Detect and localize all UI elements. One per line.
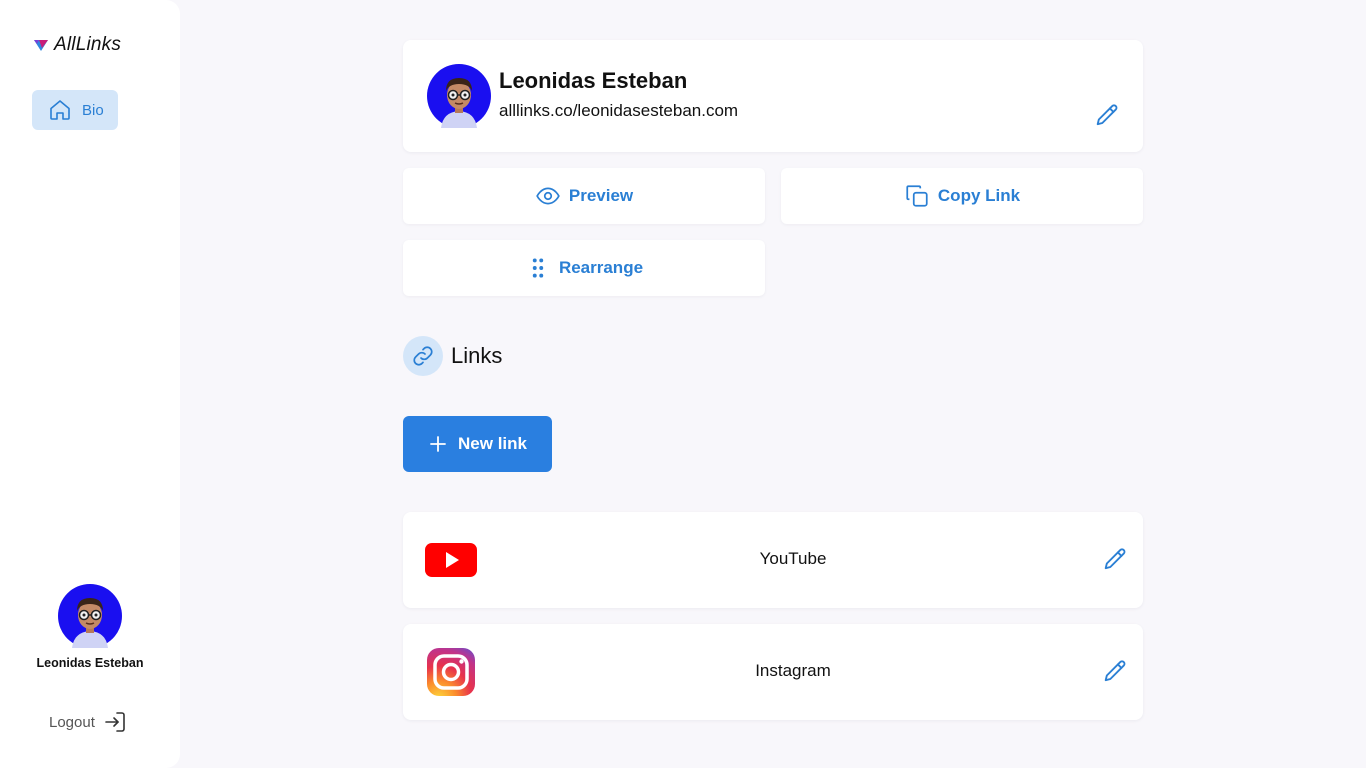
sidebar-item-label: Bio [82,101,104,119]
profile-url: alllinks.co/leonidasesteban.com [499,101,739,120]
copy-icon [906,185,928,207]
rearrange-button[interactable]: Rearrange [403,240,765,296]
links-title: Links [451,343,503,368]
app-name: AllLinks [54,34,122,55]
profile-name: Leonidas Esteban [499,68,688,93]
logout-label: Logout [49,713,95,731]
plus-icon [430,436,446,452]
edit-link-button[interactable] [1101,546,1129,574]
link-label: YouTube [759,549,827,568]
logout-icon [105,712,125,732]
profile-card: Leonidas Esteban alllinks.co/leonidasest… [403,40,1143,152]
links-section-header: Links [403,336,502,376]
pencil-icon [1096,104,1118,126]
pencil-icon [1104,548,1126,570]
list-item[interactable]: YouTube [403,512,1143,608]
new-link-label: New link [458,434,527,453]
copy-link-button[interactable]: Copy Link [781,168,1143,224]
rearrange-label: Rearrange [558,258,644,277]
eye-icon [536,187,560,205]
brand[interactable]: AllLinks [33,34,121,56]
drag-handle-icon [532,258,544,278]
link-label: Instagram [755,661,831,680]
pencil-icon [1104,660,1126,682]
copy-link-label: Copy Link [937,186,1021,205]
preview-label: Preview [568,186,634,205]
preview-button[interactable]: Preview [403,168,765,224]
link-icon [403,336,443,376]
sidebar-user-name: Leonidas Esteban [36,656,144,670]
list-item[interactable]: Instagram [403,624,1143,720]
sidebar-item-bio[interactable]: Bio [32,90,118,130]
sidebar: AllLinks Bio Leonidas Esteban Logout [0,0,180,768]
avatar[interactable] [58,584,122,648]
avatar [427,64,491,128]
home-icon [50,100,70,120]
edit-link-button[interactable] [1101,658,1129,686]
logout-button[interactable]: Logout [49,710,127,734]
edit-profile-button[interactable] [1093,102,1121,130]
allLinks-logo-icon [34,40,48,51]
new-link-button[interactable]: New link [403,416,552,472]
